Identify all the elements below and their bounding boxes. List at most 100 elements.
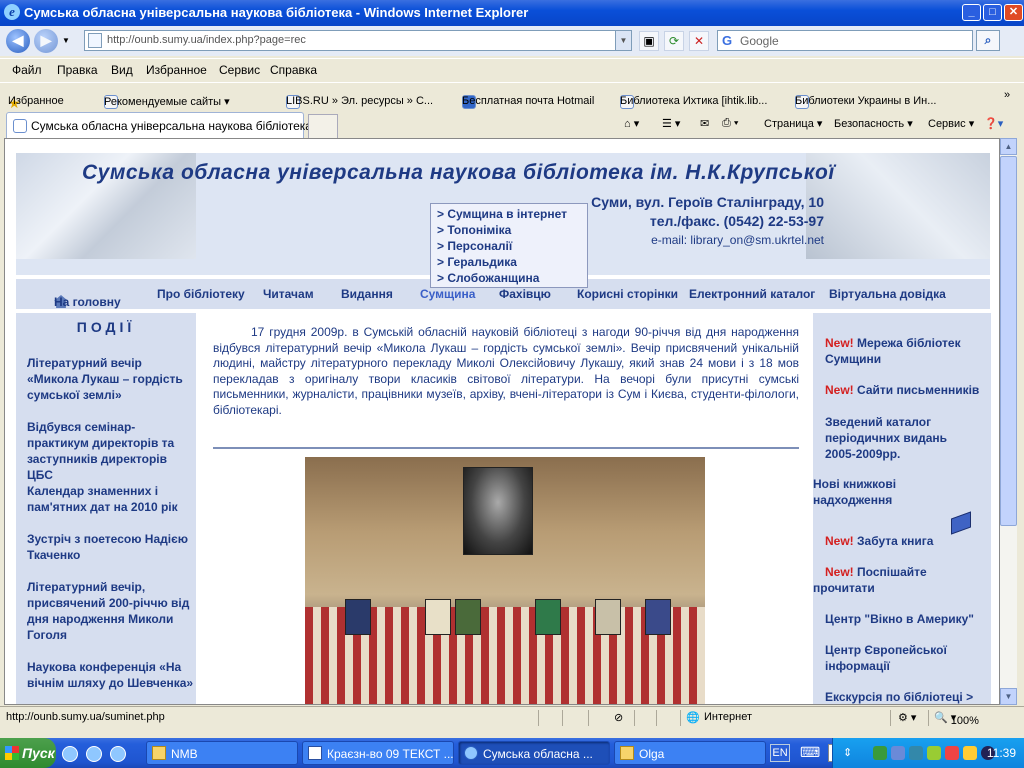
email-line[interactable]: e-mail: library_on@sm.ukrtel.net [591,231,824,250]
taskbar: Пуск NMB Краєзн-во 09 ТЕКСТ ... Сумська … [0,738,1024,768]
monitor-icon[interactable] [891,746,905,760]
nav-e-catalog[interactable]: Електронний каталог [689,287,815,301]
task-label: Сумська обласна ... [483,747,593,761]
right-link[interactable]: New! Мережа бібліотек Сумщини [825,335,989,367]
event-link[interactable]: Відбувся семінар-практикум директорів та… [27,419,195,483]
nav-sumshchyna[interactable]: Сумщина [420,287,475,301]
menu-favorites[interactable]: Избранное [146,63,207,77]
quicklaunch-desktop-icon[interactable] [62,746,78,762]
event-link[interactable]: Літературний вечір, присвячений 200-річч… [27,579,195,643]
compatibility-icon[interactable]: ▣ [639,31,659,51]
history-dropdown-icon[interactable]: ▼ [62,36,70,45]
language-bar-icon[interactable]: ⌨ [800,744,820,761]
favorites-bar: ★ Избранное Рекомендуемые сайты ▾ LIBS.R… [0,82,1024,111]
portrait-image [463,467,533,555]
menu-edit[interactable]: Правка [57,63,98,77]
search-input[interactable]: G Google [717,30,973,51]
event-link[interactable]: Календар знаменних і пам'ятних дат на 20… [27,483,195,515]
submenu-item[interactable]: > Сумщина в інтернет [437,207,587,223]
mail-icon[interactable]: ✉ [700,117,709,130]
book-image [645,599,671,635]
status-divider [656,710,657,726]
right-link[interactable]: Центр Європейської інформації [825,642,955,674]
nav-virtual-reference[interactable]: Віртуальна довідка [829,287,946,301]
event-photo [305,457,705,704]
sync-icon[interactable] [909,746,923,760]
refresh-icon[interactable]: ⟳ [664,31,684,51]
page-viewport: Сумська обласна універсальна наукова біб… [4,138,1000,705]
new-tab-button[interactable] [308,114,338,138]
help-icon[interactable]: ❓▾ [984,117,1003,130]
status-divider [562,710,563,726]
nav-about[interactable]: Про бібліотеку [157,287,245,301]
event-link[interactable]: Наукова конференція «На вічнім шляху до … [27,659,195,691]
quicklaunch-media-icon[interactable] [110,746,126,762]
network-icon[interactable] [873,746,887,760]
right-link[interactable]: New! Сайти письменників [825,382,989,398]
safety-menu[interactable]: Безопасность ▾ [834,117,913,130]
volume-icon[interactable] [963,746,977,760]
vertical-scrollbar[interactable]: ▲ ▼ [1000,138,1017,705]
back-button[interactable]: ◀ [6,29,30,53]
right-link[interactable]: Екскурсія по бібліотеці > [825,689,989,704]
start-button[interactable]: Пуск [0,738,56,768]
print-icon[interactable]: ⎙ ▾ [722,117,738,130]
event-link[interactable]: Літературний вечір «Микола Лукаш – горді… [27,355,195,403]
system-tray: ⇕ 11:39 [832,738,1024,768]
forward-button[interactable]: ▶ [34,29,58,53]
status-bar: http://ounb.sumy.ua/suminet.php ⊘ 🌐 Инте… [0,706,1024,728]
task-word[interactable]: Краєзн-во 09 ТЕКСТ ... [302,741,454,765]
task-nmb[interactable]: NMB [146,741,298,765]
submenu-item[interactable]: > Персоналії [437,239,587,255]
right-link[interactable]: New! Поспішайте прочитати [813,564,977,596]
right-link[interactable]: Центр "Вікно в Америку" [825,611,989,627]
right-link[interactable]: Зведений каталог періодичних видань 2005… [825,414,965,462]
url-dropdown-icon[interactable]: ▼ [615,31,631,50]
menu-file[interactable]: Файл [12,63,42,77]
chevron-right-icon[interactable]: » [1004,89,1010,101]
submenu-item[interactable]: > Топоніміка [437,223,587,239]
quicklaunch-ie-icon[interactable] [86,746,102,762]
chat-icon[interactable] [945,746,959,760]
sumshchyna-submenu: > Сумщина в інтернет > Топоніміка > Перс… [430,203,588,288]
tools-menu[interactable]: Сервис ▾ [928,117,974,130]
events-heading: ПОДІЇ [76,319,136,335]
submenu-item[interactable]: > Слобожанщина [437,271,587,287]
language-indicator[interactable]: EN [770,744,790,762]
zoom-control[interactable]: 🔍 100% ▾ [934,711,979,727]
menu-view[interactable]: Вид [111,63,133,77]
right-link[interactable]: New! Забута книга [825,533,989,549]
menu-help[interactable]: Справка [270,63,317,77]
nav-publications[interactable]: Видання [341,287,393,301]
site-header: Сумська обласна універсальна наукова біб… [16,153,990,288]
tab-active[interactable]: Сумська обласна універсальна наукова біб… [6,112,312,138]
nav-specialists[interactable]: Фахівцю [499,287,551,301]
close-button[interactable]: ✕ [1004,4,1023,21]
feeds-icon[interactable]: ☰ ▾ [662,117,680,130]
submenu-item[interactable]: > Геральдика [437,255,587,271]
scroll-up-icon[interactable]: ▲ [1000,138,1017,155]
home-icon[interactable]: ⌂ ▾ [624,117,639,130]
search-button[interactable]: ⌕ [976,30,1000,51]
clock[interactable]: 11:39 [987,746,1016,760]
minimize-button[interactable]: _ [962,4,981,21]
nav-useful-pages[interactable]: Корисні сторінки [577,287,678,301]
book-image [455,599,481,635]
maximize-button[interactable]: □ [983,4,1002,21]
event-link[interactable]: Зустріч з поетесою Надією Ткаченко [27,531,195,563]
scroll-down-icon[interactable]: ▼ [1000,688,1017,705]
title-bar[interactable]: e Сумська обласна універсальна наукова б… [0,0,1024,26]
page-menu[interactable]: Страница ▾ [764,117,822,130]
tab-label: Сумська обласна універсальна наукова біб… [31,119,312,133]
antivirus-icon[interactable] [927,746,941,760]
stop-icon[interactable]: ✕ [689,31,709,51]
nav-readers[interactable]: Читачам [263,287,314,301]
task-ie[interactable]: Сумська обласна ... [458,741,610,765]
show-hidden-icon[interactable]: ⇕ [843,746,852,759]
scroll-thumb[interactable] [1000,156,1017,526]
menu-tools[interactable]: Сервис [219,63,260,77]
url-field[interactable]: http://ounb.sumy.ua/index.php?page=rec ▼ [84,30,632,51]
right-link[interactable]: Нові книжкові надходження [813,476,943,508]
task-olga[interactable]: Olga [614,741,766,765]
security-icon[interactable]: ⚙ ▾ [898,711,916,724]
